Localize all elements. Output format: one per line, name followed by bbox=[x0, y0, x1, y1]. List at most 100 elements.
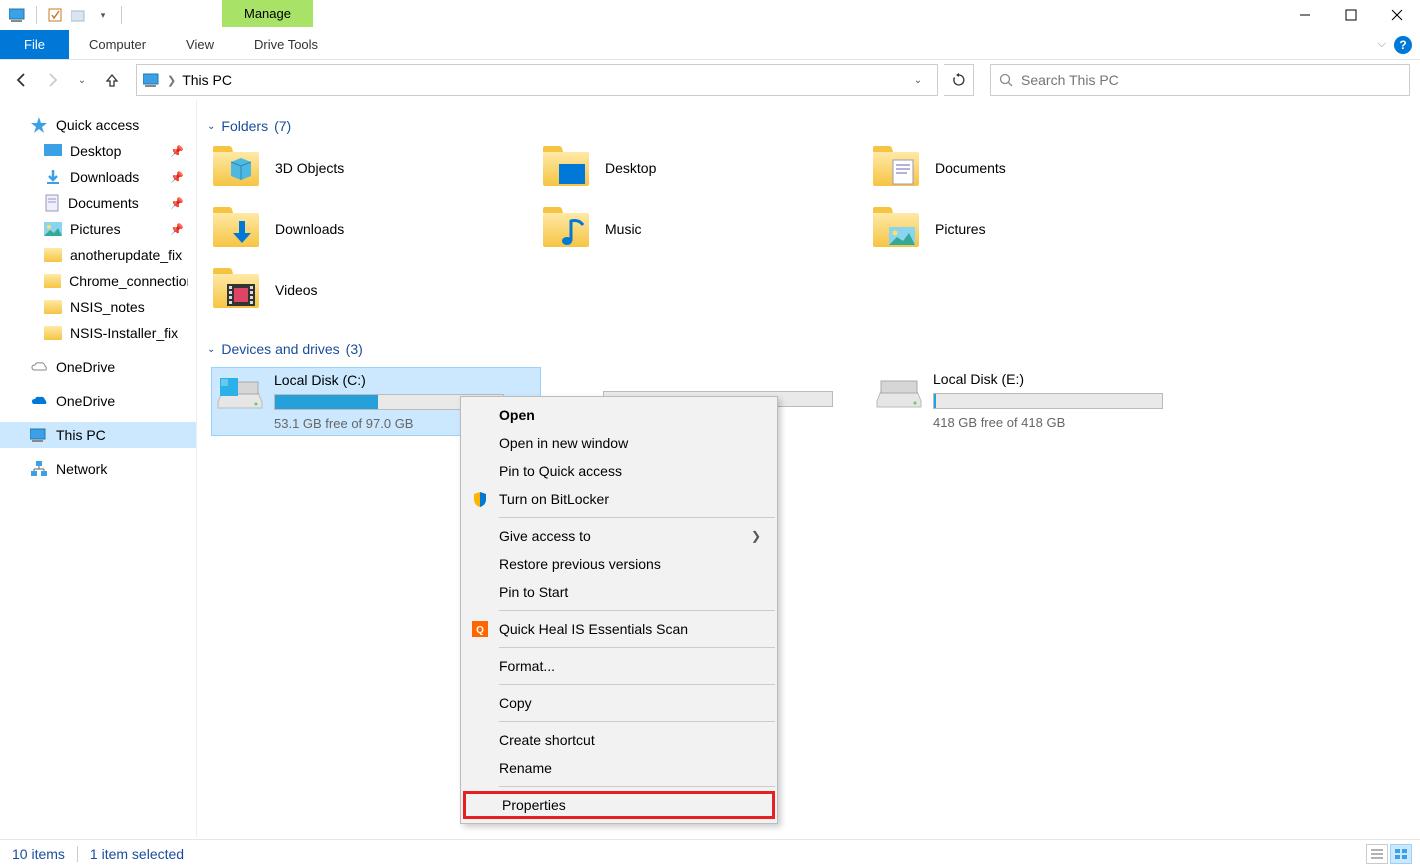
sidebar-folder[interactable]: Chrome_connection bbox=[0, 268, 196, 294]
context-menu-item[interactable]: Create shortcut bbox=[463, 726, 775, 754]
forward-button[interactable] bbox=[40, 68, 64, 92]
sidebar-folder[interactable]: NSIS_notes bbox=[0, 294, 196, 320]
tab-drive-tools[interactable]: Drive Tools bbox=[234, 30, 338, 59]
sidebar-label: Downloads bbox=[70, 169, 139, 185]
content-area: ⌄ Folders (7) 3D ObjectsDesktop Documents… bbox=[196, 100, 1420, 837]
titlebar: ▾ Manage This PC bbox=[0, 0, 1420, 30]
sidebar-label: anotherupdate_fix bbox=[70, 247, 182, 263]
context-menu-item[interactable]: Open bbox=[463, 401, 775, 429]
folder-item[interactable]: Desktop bbox=[541, 144, 871, 191]
folder-label: Documents bbox=[935, 160, 1006, 176]
drive-item[interactable]: Local Disk (E:) 418 GB free of 418 GB bbox=[871, 367, 1201, 436]
context-menu-item[interactable]: Copy bbox=[463, 689, 775, 717]
ribbon-collapse-icon[interactable]: ⌵ bbox=[1378, 38, 1386, 51]
document-icon bbox=[44, 194, 60, 212]
properties-icon[interactable] bbox=[45, 5, 65, 25]
navbar: ⌄ ❯ This PC ⌄ bbox=[0, 60, 1420, 100]
manage-tab[interactable]: Manage bbox=[222, 0, 313, 27]
search-bar[interactable] bbox=[990, 64, 1410, 96]
drive-name: Local Disk (E:) bbox=[933, 371, 1197, 387]
sidebar-label: Pictures bbox=[70, 221, 121, 237]
folder-icon bbox=[44, 326, 62, 340]
folders-group-header[interactable]: ⌄ Folders (7) bbox=[197, 114, 1420, 144]
tab-computer[interactable]: Computer bbox=[69, 30, 166, 59]
sidebar-onedrive[interactable]: OneDrive bbox=[0, 354, 196, 380]
view-tiles-button[interactable] bbox=[1390, 844, 1412, 864]
pin-icon: 📌 bbox=[170, 171, 184, 184]
search-input[interactable] bbox=[1021, 72, 1401, 88]
file-tab[interactable]: File bbox=[0, 30, 69, 59]
sidebar-folder[interactable]: anotherupdate_fix bbox=[0, 242, 196, 268]
drives-group-header[interactable]: ⌄ Devices and drives (3) bbox=[197, 337, 1420, 367]
context-item-label: Restore previous versions bbox=[499, 556, 661, 572]
ribbon-tabs: File Computer View Drive Tools ⌵ ? bbox=[0, 30, 1420, 60]
folder-item[interactable]: Videos bbox=[211, 266, 541, 313]
refresh-button[interactable] bbox=[944, 64, 974, 96]
context-item-label: Turn on BitLocker bbox=[499, 491, 609, 507]
group-label: Folders bbox=[221, 118, 268, 134]
context-menu-item[interactable]: Open in new window bbox=[463, 429, 775, 457]
new-folder-icon[interactable] bbox=[69, 5, 89, 25]
group-count: (7) bbox=[274, 118, 291, 134]
pc-icon bbox=[30, 428, 48, 442]
sidebar-label: Documents bbox=[68, 195, 139, 211]
sidebar-desktop[interactable]: Desktop 📌 bbox=[0, 138, 196, 164]
context-menu-item[interactable]: Properties bbox=[463, 791, 775, 819]
folder-label: Downloads bbox=[275, 221, 344, 237]
close-button[interactable] bbox=[1374, 0, 1420, 30]
view-details-button[interactable] bbox=[1366, 844, 1388, 864]
minimize-button[interactable] bbox=[1282, 0, 1328, 30]
sidebar-label: OneDrive bbox=[56, 393, 115, 409]
chevron-down-icon: ⌄ bbox=[207, 121, 215, 132]
qat-dropdown-icon[interactable]: ▾ bbox=[93, 5, 113, 25]
maximize-button[interactable] bbox=[1328, 0, 1374, 30]
sidebar-pictures[interactable]: Pictures 📌 bbox=[0, 216, 196, 242]
context-menu-item[interactable]: Rename bbox=[463, 754, 775, 782]
sidebar-onedrive-2[interactable]: OneDrive bbox=[0, 388, 196, 414]
breadcrumb-item[interactable]: This PC bbox=[182, 72, 232, 88]
context-item-label: Quick Heal IS Essentials Scan bbox=[499, 621, 688, 637]
context-menu-item[interactable]: Pin to Start bbox=[463, 578, 775, 606]
onedrive-icon bbox=[30, 394, 48, 408]
folder-icon bbox=[211, 144, 261, 191]
sidebar-folder[interactable]: NSIS-Installer_fix bbox=[0, 320, 196, 346]
pictures-icon bbox=[44, 222, 62, 236]
context-menu-item[interactable]: Pin to Quick access bbox=[463, 457, 775, 485]
folder-icon bbox=[541, 205, 591, 252]
shield-icon bbox=[471, 490, 489, 508]
context-item-label: Copy bbox=[499, 695, 532, 711]
recent-locations-button[interactable]: ⌄ bbox=[70, 68, 94, 92]
context-item-label: Give access to bbox=[499, 528, 591, 544]
sidebar-downloads[interactable]: Downloads 📌 bbox=[0, 164, 196, 190]
address-bar[interactable]: ❯ This PC ⌄ bbox=[136, 64, 938, 96]
sidebar-label: This PC bbox=[56, 427, 106, 443]
up-button[interactable] bbox=[100, 68, 124, 92]
sidebar-documents[interactable]: Documents 📌 bbox=[0, 190, 196, 216]
folder-item[interactable]: 3D Objects bbox=[211, 144, 541, 191]
sidebar-network[interactable]: Network bbox=[0, 456, 196, 482]
context-item-label: Rename bbox=[499, 760, 552, 776]
sidebar-quick-access[interactable]: Quick access bbox=[0, 112, 196, 138]
context-menu-item[interactable]: Give access to ❯ bbox=[463, 522, 775, 550]
context-menu-item[interactable]: QQuick Heal IS Essentials Scan bbox=[463, 615, 775, 643]
chevron-right-icon: ❯ bbox=[751, 529, 761, 543]
context-menu-item[interactable]: Restore previous versions bbox=[463, 550, 775, 578]
tab-view[interactable]: View bbox=[166, 30, 234, 59]
folder-item[interactable]: Pictures bbox=[871, 205, 1201, 252]
context-menu-item[interactable]: Turn on BitLocker bbox=[463, 485, 775, 513]
desktop-icon bbox=[44, 144, 62, 158]
folder-item[interactable]: Music bbox=[541, 205, 871, 252]
folder-item[interactable]: Downloads bbox=[211, 205, 541, 252]
breadcrumb-chevron-icon[interactable]: ❯ bbox=[167, 74, 176, 87]
back-button[interactable] bbox=[10, 68, 34, 92]
star-icon bbox=[30, 116, 48, 134]
pc-icon bbox=[8, 5, 28, 25]
context-menu-item[interactable]: Format... bbox=[463, 652, 775, 680]
folder-item[interactable]: Documents bbox=[871, 144, 1201, 191]
group-label: Devices and drives bbox=[221, 341, 339, 357]
sidebar-this-pc[interactable]: This PC bbox=[0, 422, 196, 448]
address-dropdown-icon[interactable]: ⌄ bbox=[905, 75, 931, 86]
download-icon bbox=[44, 168, 62, 186]
help-icon[interactable]: ? bbox=[1394, 36, 1412, 54]
sidebar-label: OneDrive bbox=[56, 359, 115, 375]
